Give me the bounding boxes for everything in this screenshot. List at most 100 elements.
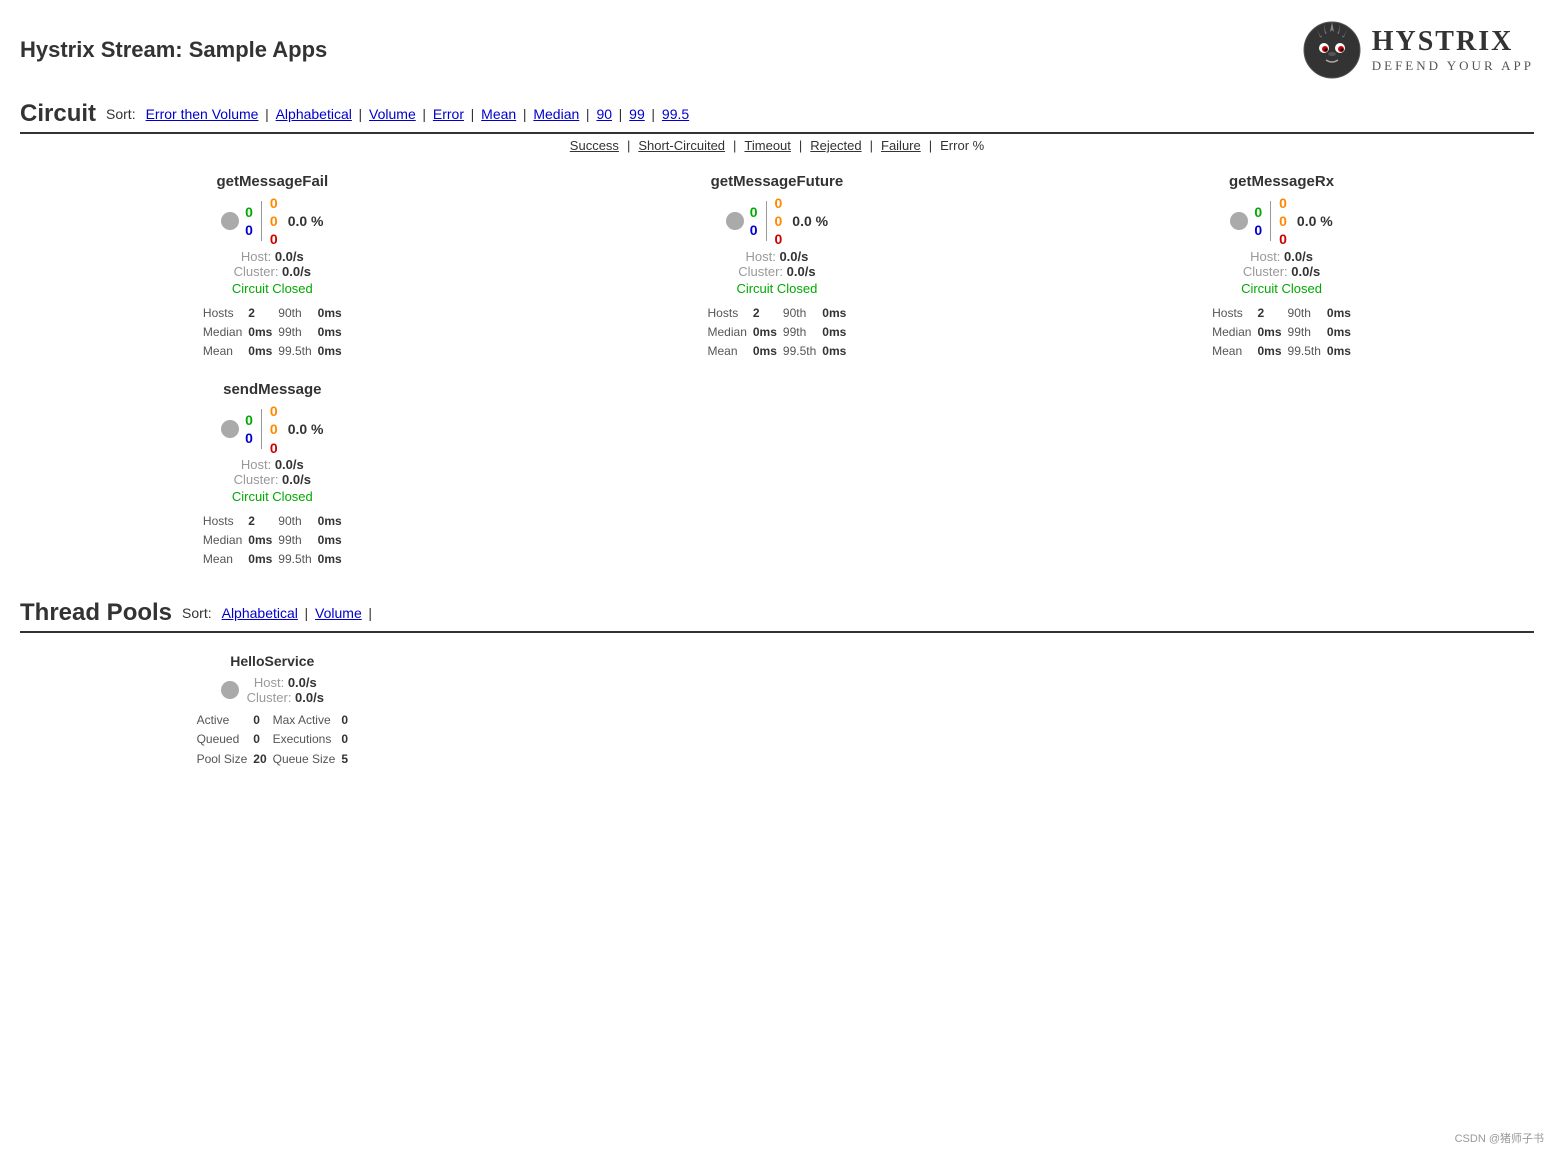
page-title: Hystrix Stream: Sample Apps xyxy=(20,37,327,63)
legend-rejected[interactable]: Rejected xyxy=(810,138,861,153)
stats-vals: 2 0ms 0ms xyxy=(248,304,272,362)
stats-labels: Hosts Median Mean xyxy=(708,304,747,362)
sort-mean[interactable]: Mean xyxy=(481,106,516,122)
stats-right: 90th 99th 99.5th 0ms 0ms 0ms xyxy=(278,512,341,570)
host-rate: 0.0/s xyxy=(1284,249,1313,264)
circuit-card-sendmessage: sendMessage 0 0 0 0 0 0.0 % Host: 0.0/s xyxy=(20,371,525,579)
num-shortcircuit: 0 xyxy=(1279,212,1287,230)
num-timeout: 0 xyxy=(775,194,783,212)
num-divider xyxy=(261,409,262,449)
num-col-left: 0 0 xyxy=(245,203,253,239)
cluster-rate: 0.0/s xyxy=(282,264,311,279)
circuit-status: Circuit Closed xyxy=(1241,281,1322,296)
circuit-status: Circuit Closed xyxy=(232,489,313,504)
sort-995[interactable]: 99.5 xyxy=(662,106,689,122)
error-pct: 0.0 % xyxy=(1297,213,1333,229)
sort-99[interactable]: 99 xyxy=(629,106,645,122)
stats-vals: 2 0ms 0ms xyxy=(1257,304,1281,362)
num-col-left: 0 0 xyxy=(1254,203,1262,239)
circuit-status: Circuit Closed xyxy=(736,281,817,296)
tp-sort-alphabetical[interactable]: Alphabetical xyxy=(222,605,298,621)
stats-right: 90th 99th 99.5th 0ms 0ms 0ms xyxy=(783,304,846,362)
sort-median[interactable]: Median xyxy=(533,106,579,122)
thread-pool-card-helloservice: HelloService Host: 0.0/s Cluster: 0.0/s … xyxy=(20,643,525,779)
num-timeout: 0 xyxy=(1279,194,1287,212)
circuit-card-getmessagefail: getMessageFail 0 0 0 0 0 0.0 % Host: 0.0… xyxy=(20,163,525,371)
thread-pool-body: HelloService Host: 0.0/s Cluster: 0.0/s … xyxy=(25,653,520,769)
legend-row: Success | Short-Circuited | Timeout | Re… xyxy=(20,138,1534,153)
cluster-rate: 0.0/s xyxy=(787,264,816,279)
circuit-name: getMessageRx xyxy=(1229,173,1334,190)
legend-failure[interactable]: Failure xyxy=(881,138,921,153)
num-rejected: 0 xyxy=(245,429,253,447)
cluster-rate: 0.0/s xyxy=(1291,264,1320,279)
num-rejected: 0 xyxy=(245,221,253,239)
sort-alphabetical[interactable]: Alphabetical xyxy=(276,106,352,122)
cluster-rate: 0.0/s xyxy=(282,472,311,487)
thread-pools-section: Thread Pools Sort: Alphabetical | Volume… xyxy=(20,599,1534,779)
cluster-rate-row: Cluster: 0.0/s xyxy=(1243,264,1320,279)
circuit-row1: 0 0 0 0 0 0.0 % xyxy=(1230,194,1332,249)
logo-text-area: HYSTRIX DEFEND YOUR APP xyxy=(1372,26,1534,74)
num-shortcircuit: 0 xyxy=(270,212,278,230)
stats-right: 90th 99th 99.5th 0ms 0ms 0ms xyxy=(1288,304,1351,362)
stats-right: 90th 99th 99.5th 0ms 0ms 0ms xyxy=(278,304,341,362)
sort-error[interactable]: Error xyxy=(433,106,464,122)
circuit-status: Circuit Closed xyxy=(232,281,313,296)
num-shortcircuit: 0 xyxy=(270,420,278,438)
num-success: 0 xyxy=(245,411,253,429)
circuit-name: getMessageFail xyxy=(216,173,328,190)
stats-block: Hosts Median Mean 2 0ms 0ms 90th 99th 99… xyxy=(203,512,342,570)
stats-labels: Hosts Median Mean xyxy=(1212,304,1251,362)
num-col-right: 0 0 0 xyxy=(270,402,278,457)
stats-vals: 2 0ms 0ms xyxy=(248,512,272,570)
num-failure: 0 xyxy=(270,439,278,457)
cluster-rate-row: Cluster: 0.0/s xyxy=(234,472,311,487)
stats-vals: 2 0ms 0ms xyxy=(753,304,777,362)
num-success: 0 xyxy=(1254,203,1262,221)
error-pct: 0.0 % xyxy=(288,421,324,437)
num-col-left: 0 0 xyxy=(750,203,758,239)
host-rate-row: Host: 0.0/s xyxy=(241,249,304,264)
host-rate: 0.0/s xyxy=(275,249,304,264)
circuit-indicator xyxy=(221,420,239,438)
sort-volume[interactable]: Volume xyxy=(369,106,416,122)
legend-short-circuited[interactable]: Short-Circuited xyxy=(638,138,725,153)
cluster-rate-row: Cluster: 0.0/s xyxy=(738,264,815,279)
thread-pool-name: HelloService xyxy=(230,653,314,669)
stats-block: Hosts Median Mean 2 0ms 0ms 90th 99th 99… xyxy=(203,304,342,362)
num-timeout: 0 xyxy=(270,194,278,212)
circuit-indicator xyxy=(726,212,744,230)
thread-pools-container: HelloService Host: 0.0/s Cluster: 0.0/s … xyxy=(20,643,1534,779)
num-divider xyxy=(1270,201,1271,241)
circuit-label: Circuit xyxy=(20,100,96,128)
num-divider xyxy=(261,201,262,241)
watermark: CSDN @猪师子书 xyxy=(1455,1130,1544,1146)
stats-block: Hosts Median Mean 2 0ms 0ms 90th 99th 99… xyxy=(1212,304,1351,362)
circuit-card-getmessagerx: getMessageRx 0 0 0 0 0 0.0 % Host: 0.0/s xyxy=(1029,163,1534,371)
circuit-indicator xyxy=(221,212,239,230)
host-rate-row: Host: 0.0/s xyxy=(745,249,808,264)
num-col-left: 0 0 xyxy=(245,411,253,447)
tp-indicator xyxy=(221,681,239,699)
num-rejected: 0 xyxy=(1254,221,1262,239)
num-col-right: 0 0 0 xyxy=(775,194,783,249)
host-rate-row: Host: 0.0/s xyxy=(241,457,304,472)
legend-timeout[interactable]: Timeout xyxy=(744,138,790,153)
tp-sort-volume[interactable]: Volume xyxy=(315,605,362,621)
circuit-sort-label: Sort: xyxy=(106,106,136,122)
circuit-body: getMessageRx 0 0 0 0 0 0.0 % Host: 0.0/s xyxy=(1034,173,1529,361)
circuit-name: getMessageFuture xyxy=(711,173,844,190)
page-header: Hystrix Stream: Sample Apps HYSTRIX DEFE… xyxy=(20,10,1534,90)
sort-90[interactable]: 90 xyxy=(596,106,612,122)
legend-success[interactable]: Success xyxy=(570,138,619,153)
logo-text: HYSTRIX xyxy=(1372,26,1534,58)
stats-block: Hosts Median Mean 2 0ms 0ms 90th 99th 99… xyxy=(708,304,847,362)
sort-error-volume[interactable]: Error then Volume xyxy=(146,106,259,122)
circuit-body: getMessageFuture 0 0 0 0 0 0.0 % Host: 0… xyxy=(530,173,1025,361)
num-success: 0 xyxy=(245,203,253,221)
circuit-sort-links: Error then Volume | Alphabetical | Volum… xyxy=(146,106,690,122)
num-failure: 0 xyxy=(270,230,278,248)
circuit-row1: 0 0 0 0 0 0.0 % xyxy=(221,402,323,457)
host-rate: 0.0/s xyxy=(779,249,808,264)
